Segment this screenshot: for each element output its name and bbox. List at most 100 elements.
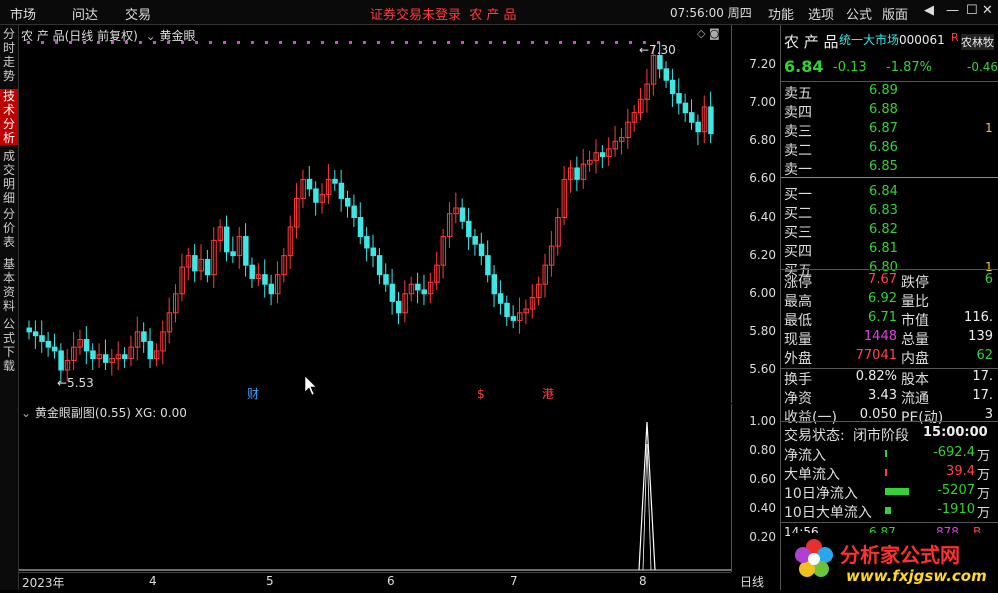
orderbook-label: 卖三 (784, 124, 812, 140)
orderbook-price: 6.82 (869, 222, 898, 237)
candle-body (83, 339, 90, 352)
flow-label: 大单流入 (784, 467, 840, 483)
y-tick-label: 7.20 (749, 57, 776, 71)
stat-value: 139 (968, 329, 993, 344)
orderbook-label: 卖一 (784, 162, 812, 178)
stat-value red: 77041 (855, 348, 897, 363)
flow-value: -1910 (937, 502, 975, 517)
tab-3[interactable]: 分价表 (0, 207, 18, 253)
sector-label: 农林牧 (961, 34, 994, 50)
tab-5[interactable]: 公式下载 (0, 317, 18, 375)
chart-options-icon[interactable]: ◇ ◙ (697, 27, 720, 40)
stat-value wht: 0.82% (855, 369, 897, 384)
signal-dot (335, 41, 338, 44)
chevron-down-icon[interactable]: ⌄ (146, 29, 156, 43)
menu-options[interactable]: 选项 (808, 4, 834, 23)
sub-indicator-chart[interactable]: ⌄ 黄金眼副图(0.55) XG: 0.00 (19, 404, 731, 572)
candle-body (421, 289, 427, 295)
signal-dot (503, 41, 506, 44)
orderbook-label: 买四 (784, 244, 812, 260)
sub-chart-header: ⌄ 黄金眼副图(0.55) XG: 0.00 (21, 404, 187, 421)
candle-body (141, 331, 147, 342)
menu-formula[interactable]: 公式 (846, 4, 872, 23)
x-tick-label: 8 (639, 574, 647, 588)
sub-y-tick-label: 0.20 (749, 530, 776, 544)
signal-dot (363, 41, 366, 44)
menu-wenda[interactable]: 问达 (72, 4, 98, 23)
tab-0[interactable]: 分时走势 (0, 27, 18, 85)
candle-body (459, 207, 466, 222)
orderbook-price: 6.83 (869, 203, 898, 218)
candle-body (351, 205, 357, 218)
chevron-down-icon[interactable]: ⌄ (21, 406, 31, 420)
stat-label: 股本 (901, 372, 929, 388)
stat-label: 最高 (784, 294, 812, 310)
signal-dot (517, 41, 520, 44)
signal-dot (461, 41, 464, 44)
orderbook-label: 买一 (784, 187, 812, 203)
y-tick-label: 7.00 (749, 95, 776, 110)
main-kline-chart[interactable]: ←7.30 ←5.53 财 $ 港 农 产 品(日线 前复权) ⌄ 黄金眼 ◇ ◙ (19, 25, 731, 403)
signal-dot (573, 41, 576, 44)
candle-body (102, 354, 109, 363)
tab-2[interactable]: 成交明细 (0, 149, 18, 205)
orderbook-price: 6.81 (869, 241, 898, 256)
orderbook-label: 买三 (784, 225, 812, 241)
stat-label: 市值 (901, 313, 929, 329)
candle-body (90, 350, 96, 360)
candle-body (689, 112, 695, 123)
quote-panel: 农 产 品统一大市场 000061 R 农林牧 6.84 -0.13 -1.87% -0.46… (780, 25, 998, 590)
close-icon[interactable]: ✕ (982, 3, 993, 18)
candle-body (223, 226, 230, 253)
stat-value grn: 6.71 (868, 310, 897, 325)
candle-body (478, 243, 485, 257)
x-tick-label: 5 (266, 574, 274, 588)
signal-dot (629, 41, 632, 44)
orderbook-label: 买二 (784, 206, 812, 222)
clock: 07:56:00 周四 (670, 6, 752, 20)
signal-dot (293, 41, 296, 44)
stat-value wht: 0.050 (859, 407, 897, 422)
rong-tag: R (951, 31, 959, 44)
signal-dot (209, 41, 212, 44)
event-marker: 港 (542, 387, 554, 401)
menu-trade[interactable]: 交易 (125, 4, 151, 23)
login-status[interactable]: 证券交易未登录 农 产 品 (370, 4, 517, 23)
y-tick-label: 5.80 (749, 323, 776, 338)
mouse-cursor-icon (304, 375, 317, 396)
stock-code: 000061 (899, 33, 945, 47)
y-tick-label: 6.80 (749, 133, 776, 148)
period-selector[interactable]: 日线 (740, 573, 764, 590)
indicator-name[interactable]: 黄金眼 (160, 29, 196, 43)
flow-label: 10日大单流入 (784, 505, 872, 521)
candle-body (357, 217, 364, 238)
maximize-icon[interactable]: ☐ (966, 3, 978, 18)
menu-layout[interactable]: 版面 (882, 4, 908, 23)
menu-market[interactable]: 市场 (10, 4, 36, 23)
candle-body (268, 283, 275, 295)
kline-svg[interactable]: ←7.30 ←5.53 财 $ 港 (19, 25, 731, 403)
watermark-logo: 分析家公式网 www.fxjgsw.com (790, 533, 990, 589)
tab-4[interactable]: 基本资料 (0, 257, 18, 313)
signal-dot (321, 41, 324, 44)
orderbook-price: 6.85 (869, 159, 898, 174)
stat-label: 涨停 (784, 275, 812, 291)
candle-body (376, 255, 383, 276)
tab-1[interactable]: 技术分析 (0, 89, 18, 145)
stat-value: 116. (964, 310, 993, 325)
candle-body (204, 258, 211, 276)
stat-label: 收益(一) (784, 410, 837, 426)
minimize-icon[interactable]: — (946, 3, 959, 18)
orderbook-price: 6.89 (869, 83, 898, 98)
candle-body (415, 283, 421, 291)
candle-body (192, 255, 198, 272)
candle-body (657, 54, 663, 70)
candle-body (45, 340, 52, 348)
menu-function[interactable]: 功能 (768, 4, 794, 23)
y-tick-label: 6.00 (749, 285, 776, 300)
flow-unit: 万 (977, 506, 991, 521)
back-icon[interactable]: ◀ (924, 3, 934, 18)
stat-label: 现量 (784, 332, 812, 348)
logo-title: 分析家公式网 (840, 543, 960, 567)
orderbook-price: 6.87 (869, 121, 898, 136)
